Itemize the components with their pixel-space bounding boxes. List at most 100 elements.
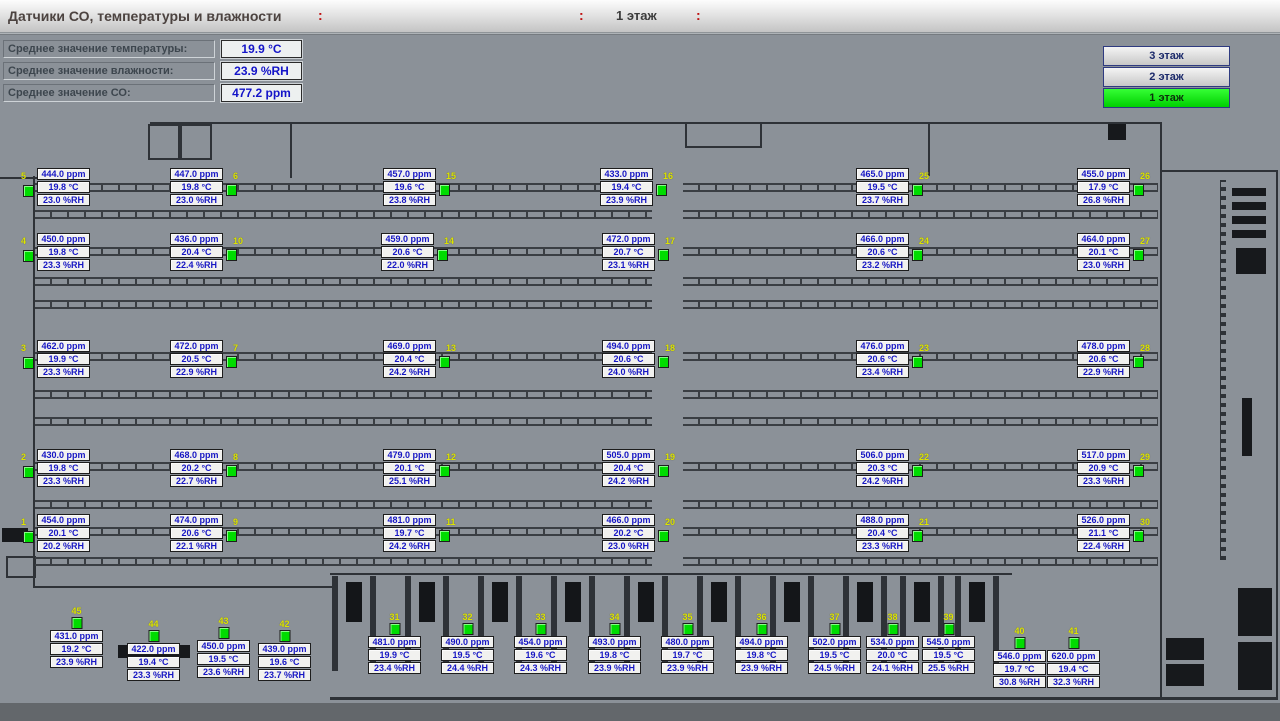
sensor-number: 24 (919, 236, 929, 246)
sensor-rh-value: 24.1 %RH (866, 662, 919, 674)
sensor-23: 23476.0 ppm20.6 °C23.4 %RH (856, 340, 909, 379)
sensor-status-led (226, 356, 237, 368)
sensor-rh-value: 24.0 %RH (602, 366, 655, 378)
sensor-19: 19505.0 ppm20.4 °C24.2 %RH (602, 449, 655, 488)
sensor-rh-value: 23.9 %RH (588, 662, 641, 674)
sensor-temp-value: 19.5 °C (808, 649, 861, 661)
sensor-number: 7 (233, 343, 238, 353)
sensor-rh-value: 23.4 %RH (368, 662, 421, 674)
sensor-temp-value: 20.6 °C (602, 353, 655, 365)
sensor-8: 8468.0 ppm20.2 °C22.7 %RH (170, 449, 223, 488)
sensor-6: 6447.0 ppm19.8 °C23.0 %RH (170, 168, 223, 207)
sensor-temp-value: 19.9 °C (37, 353, 90, 365)
sensor-temp-value: 20.4 °C (170, 246, 223, 258)
sensor-co-value: 466.0 ppm (602, 514, 655, 526)
sensor-35: 35480.0 ppm19.7 °C23.9 %RH (661, 636, 714, 675)
sensor-rh-value: 25.1 %RH (383, 475, 436, 487)
sensor-temp-value: 20.2 °C (170, 462, 223, 474)
sensor-status-led (226, 249, 237, 261)
sensor-temp-value: 20.4 °C (383, 353, 436, 365)
sensor-rh-value: 23.3 %RH (1077, 475, 1130, 487)
sensor-status-led (1133, 530, 1144, 542)
sensor-number: 10 (233, 236, 243, 246)
sensor-co-value: 545.0 ppm (922, 636, 975, 648)
sensor-status-led (1068, 637, 1079, 649)
sensor-number: 6 (233, 171, 238, 181)
sensor-temp-value: 19.4 °C (600, 181, 653, 193)
sensor-number: 29 (1140, 452, 1150, 462)
sensor-number: 41 (1068, 626, 1078, 636)
sensor-co-value: 474.0 ppm (170, 514, 223, 526)
sensor-status-led (1133, 249, 1144, 261)
sensor-rh-value: 32.3 %RH (1047, 676, 1100, 688)
sensor-co-value: 517.0 ppm (1077, 449, 1130, 461)
sensor-status-led (943, 623, 954, 635)
sensor-co-value: 478.0 ppm (1077, 340, 1130, 352)
sensor-co-value: 502.0 ppm (808, 636, 861, 648)
sensor-temp-value: 20.6 °C (170, 527, 223, 539)
sensor-number: 2 (21, 452, 26, 462)
sensor-number: 18 (665, 343, 675, 353)
sensor-temp-value: 20.1 °C (1077, 246, 1130, 258)
sensor-24: 24466.0 ppm20.6 °C23.2 %RH (856, 233, 909, 272)
sensor-13: 13469.0 ppm20.4 °C24.2 %RH (383, 340, 436, 379)
sensor-rh-value: 23.9 %RH (735, 662, 788, 674)
sensor-17: 17472.0 ppm20.7 °C23.1 %RH (602, 233, 655, 272)
sensor-number: 16 (663, 171, 673, 181)
sensor-co-value: 472.0 ppm (170, 340, 223, 352)
sensor-co-value: 526.0 ppm (1077, 514, 1130, 526)
sensor-status-led (148, 630, 159, 642)
sensor-temp-value: 20.9 °C (1077, 462, 1130, 474)
sensor-status-led (887, 623, 898, 635)
sensor-temp-value: 19.4 °C (1047, 663, 1100, 675)
sensor-temp-value: 19.6 °C (514, 649, 567, 661)
sensor-rh-value: 23.9 %RH (600, 194, 653, 206)
sensor-co-value: 431.0 ppm (50, 630, 103, 642)
sensor-2: 2430.0 ppm19.8 °C23.3 %RH (37, 449, 90, 488)
sensor-rh-value: 24.2 %RH (602, 475, 655, 487)
sensor-temp-value: 19.7 °C (661, 649, 714, 661)
sensor-co-value: 454.0 ppm (514, 636, 567, 648)
sensor-29: 29517.0 ppm20.9 °C23.3 %RH (1077, 449, 1130, 488)
sensor-temp-value: 19.8 °C (735, 649, 788, 661)
sensors-layer: 5444.0 ppm19.8 °C23.0 %RH 6447.0 ppm19.8 … (0, 0, 1280, 721)
sensor-co-value: 466.0 ppm (856, 233, 909, 245)
sensor-co-value: 494.0 ppm (602, 340, 655, 352)
sensor-status-led (1133, 465, 1144, 477)
sensor-number: 25 (919, 171, 929, 181)
sensor-rh-value: 23.3 %RH (37, 475, 90, 487)
sensor-co-value: 450.0 ppm (197, 640, 250, 652)
sensor-number: 34 (609, 612, 619, 622)
sensor-status-led (23, 185, 34, 197)
sensor-rh-value: 23.6 %RH (197, 666, 250, 678)
sensor-co-value: 534.0 ppm (866, 636, 919, 648)
sensor-temp-value: 20.2 °C (602, 527, 655, 539)
sensor-temp-value: 19.6 °C (383, 181, 436, 193)
sensor-temp-value: 21.1 °C (1077, 527, 1130, 539)
sensor-co-value: 480.0 ppm (661, 636, 714, 648)
sensor-rh-value: 26.8 %RH (1077, 194, 1130, 206)
sensor-number: 23 (919, 343, 929, 353)
sensor-co-value: 464.0 ppm (1077, 233, 1130, 245)
sensor-number: 38 (887, 612, 897, 622)
sensor-rh-value: 24.2 %RH (383, 540, 436, 552)
sensor-co-value: 457.0 ppm (383, 168, 436, 180)
sensor-co-value: 481.0 ppm (383, 514, 436, 526)
sensor-5: 5444.0 ppm19.8 °C23.0 %RH (37, 168, 90, 207)
sensor-rh-value: 23.2 %RH (856, 259, 909, 271)
sensor-rh-value: 24.5 %RH (808, 662, 861, 674)
sensor-26: 26455.0 ppm17.9 °C26.8 %RH (1077, 168, 1130, 207)
sensor-status-led (226, 465, 237, 477)
sensor-status-led (1133, 356, 1144, 368)
sensor-number: 31 (389, 612, 399, 622)
sensor-number: 14 (444, 236, 454, 246)
sensor-temp-value: 19.5 °C (441, 649, 494, 661)
sensor-temp-value: 19.7 °C (383, 527, 436, 539)
sensor-co-value: 494.0 ppm (735, 636, 788, 648)
sensor-temp-value: 20.0 °C (866, 649, 919, 661)
sensor-11: 11481.0 ppm19.7 °C24.2 %RH (383, 514, 436, 553)
sensor-status-led (912, 356, 923, 368)
sensor-temp-value: 19.5 °C (856, 181, 909, 193)
sensor-status-led (658, 465, 669, 477)
sensor-co-value: 505.0 ppm (602, 449, 655, 461)
